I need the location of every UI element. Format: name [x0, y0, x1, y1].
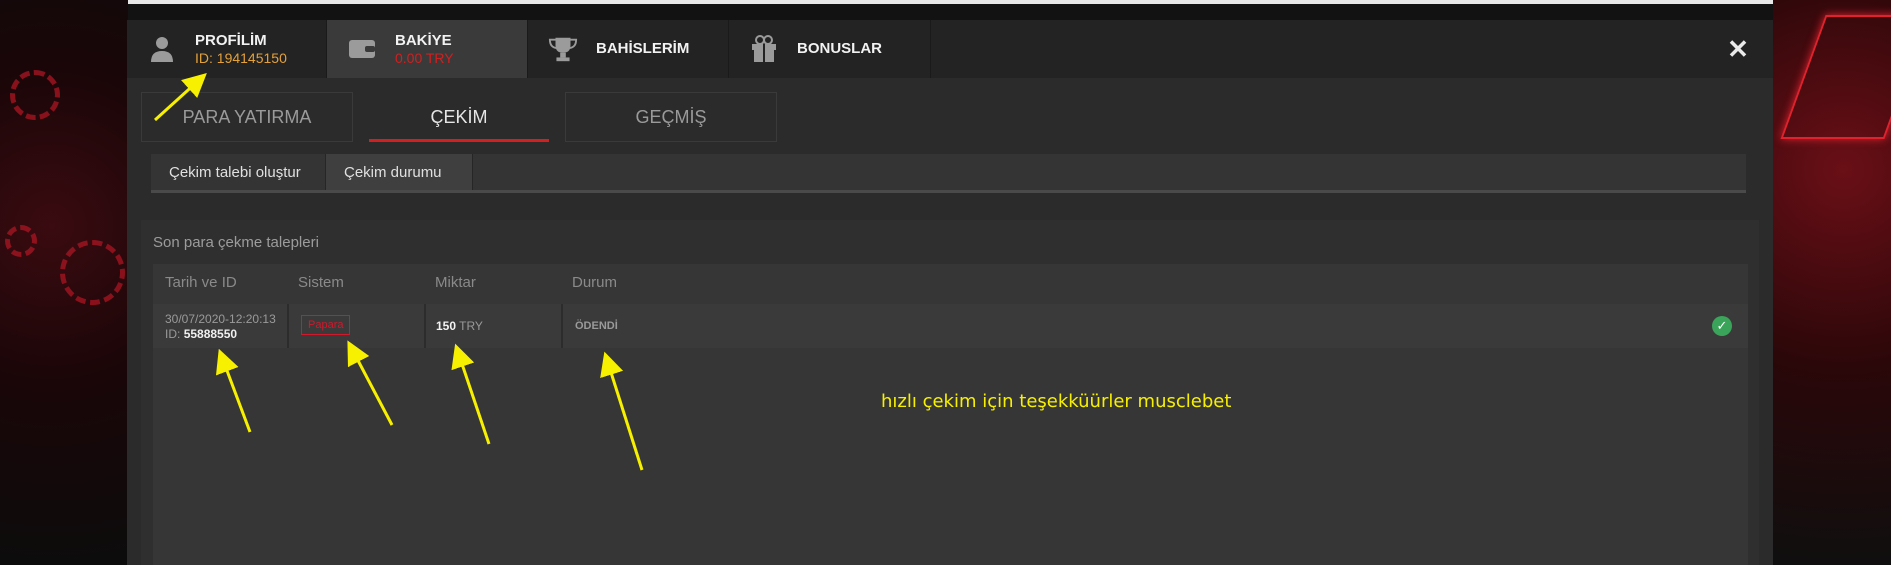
arrow-icon [153, 72, 207, 122]
arrow-icon [215, 348, 252, 433]
arrow-icon [347, 340, 394, 426]
arrow-icon [451, 343, 491, 445]
annotation-arrows [153, 72, 644, 471]
arrow-icon [600, 351, 644, 471]
